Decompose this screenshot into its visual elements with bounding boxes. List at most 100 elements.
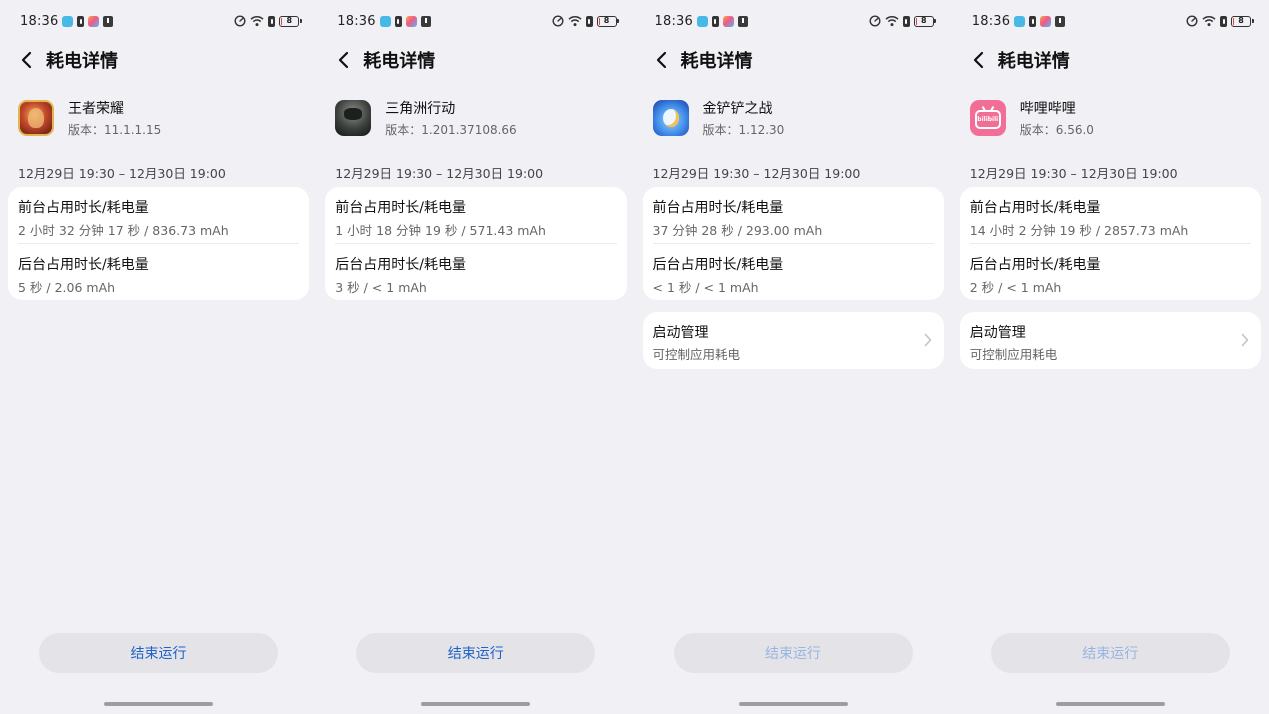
home-indicator[interactable] xyxy=(421,702,531,706)
divider xyxy=(18,243,300,244)
status-bar: 18:36 8 xyxy=(20,12,302,30)
background-usage-row: 后台占用时长/耗电量 2 秒 / < 1 mAh xyxy=(970,254,1251,296)
background-usage-value: < 1 秒 / < 1 mAh xyxy=(652,280,759,295)
divider xyxy=(969,243,1251,244)
app-text: 哔哩哔哩 版本：6.56.0 xyxy=(1020,98,1094,138)
status-bar-right: 8 xyxy=(551,15,619,27)
wzry-app-icon xyxy=(18,100,54,136)
app-name: 三角洲行动 xyxy=(385,101,456,117)
status-bar-right: 8 xyxy=(869,15,937,27)
page-header: 耗电详情 xyxy=(20,46,118,74)
end-process-button[interactable]: 结束运行 xyxy=(673,633,913,673)
status-bar-right: 8 xyxy=(1186,15,1254,27)
app-version: 版本：1.12.30 xyxy=(702,123,785,137)
battery-icon: 8 xyxy=(913,15,937,27)
app-name: 金铲铲之战 xyxy=(702,101,773,117)
status-bar-right: 8 xyxy=(234,15,302,27)
foreground-usage-row: 前台占用时长/耗电量 1 小时 18 分钟 19 秒 / 571.43 mAh xyxy=(335,197,616,239)
foreground-usage-value: 1 小时 18 分钟 19 秒 / 571.43 mAh xyxy=(335,223,546,238)
usage-card: 前台占用时长/耗电量 1 小时 18 分钟 19 秒 / 571.43 mAh … xyxy=(325,187,627,300)
message-notification-icon xyxy=(696,15,708,27)
sjz-app-icon xyxy=(335,100,372,136)
back-arrow-icon[interactable] xyxy=(337,51,351,69)
network-speed-icon xyxy=(1186,15,1198,27)
background-usage-row: 后台占用时长/耗电量 3 秒 / < 1 mAh xyxy=(335,254,616,296)
network-speed-icon xyxy=(869,15,881,27)
home-indicator[interactable] xyxy=(104,702,213,706)
battery-level-text: 8 xyxy=(603,16,610,25)
screenshot-strip: 18:36 8 耗电详情 王者荣耀 版本：11.1.1.15 12月29日 19… xyxy=(0,0,1269,714)
page-header: 耗电详情 xyxy=(972,46,1070,74)
start-management-subtitle: 可控制应用耗电 xyxy=(652,347,741,362)
app-name: 王者荣耀 xyxy=(68,101,124,117)
app-text: 金铲铲之战 版本：1.12.30 xyxy=(703,98,785,138)
battery-icon: 8 xyxy=(596,15,619,27)
battery-level-text: 8 xyxy=(1238,16,1244,25)
battery-level-fill xyxy=(915,17,917,25)
gallery-notification-icon xyxy=(1040,15,1052,27)
status-bar-left: 18:36 xyxy=(972,14,1066,29)
home-indicator[interactable] xyxy=(738,702,848,706)
app-version: 版本：6.56.0 xyxy=(1019,123,1094,137)
start-management-item[interactable]: 启动管理 可控制应用耗电 xyxy=(642,312,944,369)
background-usage-value: 3 秒 / < 1 mAh xyxy=(335,280,427,295)
wifi-icon xyxy=(1202,15,1216,27)
gallery-notification-icon xyxy=(405,15,417,27)
gallery-notification-icon xyxy=(722,15,734,27)
app-info: 王者荣耀 版本：11.1.1.15 xyxy=(18,98,161,138)
foreground-usage-value: 2 小时 32 分钟 17 秒 / 836.73 mAh xyxy=(18,223,229,238)
foreground-usage-row: 前台占用时长/耗电量 2 小时 32 分钟 17 秒 / 836.73 mAh xyxy=(18,197,299,239)
background-usage-value: 2 秒 / < 1 mAh xyxy=(969,280,1062,295)
alert-notification-icon xyxy=(420,15,431,27)
back-arrow-icon[interactable] xyxy=(20,51,34,69)
background-usage-value: 5 秒 / 2.06 mAh xyxy=(18,280,116,295)
status-bar-left: 18:36 xyxy=(20,13,114,29)
foreground-usage-row: 前台占用时长/耗电量 37 分钟 28 秒 / 293.00 mAh xyxy=(653,197,934,239)
sim-card-icon xyxy=(268,15,276,27)
sim-card-icon xyxy=(1220,15,1227,27)
phone-screen: 18:36 8 耗电详情 三角洲行动 版本：1.201.37108.66 12月… xyxy=(317,0,635,714)
bilibili-tv-logo: bilibili xyxy=(974,110,1001,129)
status-time: 18:36 xyxy=(20,13,59,29)
status-bar: 18:36 8 xyxy=(337,12,619,30)
network-speed-icon xyxy=(234,15,246,27)
end-process-button[interactable]: 结束运行 xyxy=(356,633,596,673)
time-range-label: 12月29日 19:30 – 12月30日 19:00 xyxy=(652,166,861,181)
back-arrow-icon[interactable] xyxy=(972,51,986,69)
app-info: bilibili 哔哩哔哩 版本：6.56.0 xyxy=(969,98,1094,138)
sim-card-icon xyxy=(585,15,593,27)
foreground-usage-value: 14 小时 2 分钟 19 秒 / 2857.73 mAh xyxy=(969,223,1189,238)
end-process-button[interactable]: 结束运行 xyxy=(990,633,1230,673)
alert-notification-icon xyxy=(103,15,114,27)
foreground-usage-title: 前台占用时长/耗电量 xyxy=(969,200,1101,216)
home-indicator[interactable] xyxy=(1055,702,1165,706)
app-info: 金铲铲之战 版本：1.12.30 xyxy=(652,98,785,138)
usage-card: 前台占用时长/耗电量 2 小时 32 分钟 17 秒 / 836.73 mAh … xyxy=(8,187,310,300)
foreground-usage-title: 前台占用时长/耗电量 xyxy=(18,200,149,216)
battery-icon: 8 xyxy=(279,15,302,27)
sim-card-icon xyxy=(902,15,910,27)
bilibili-app-icon: bilibili xyxy=(969,100,1006,136)
battery-level-fill xyxy=(598,17,600,25)
sim-notification-icon xyxy=(394,15,402,27)
time-range-label: 12月29日 19:30 – 12月30日 19:00 xyxy=(335,166,544,181)
message-notification-icon xyxy=(1014,15,1026,27)
app-text: 王者荣耀 版本：11.1.1.15 xyxy=(68,98,161,138)
background-usage-title: 后台占用时长/耗电量 xyxy=(652,257,784,273)
divider xyxy=(335,243,617,244)
page-header: 耗电详情 xyxy=(337,46,435,74)
status-bar: 18:36 8 xyxy=(972,12,1254,30)
app-version: 版本：11.1.1.15 xyxy=(68,123,162,137)
back-arrow-icon[interactable] xyxy=(655,51,669,69)
time-range-label: 12月29日 19:30 – 12月30日 19:00 xyxy=(18,166,226,181)
page-title: 耗电详情 xyxy=(680,51,753,72)
message-notification-icon xyxy=(379,15,391,27)
battery-level-text: 8 xyxy=(920,16,927,25)
app-version: 版本：1.201.37108.66 xyxy=(385,123,517,137)
battery-level-fill xyxy=(281,17,283,25)
time-range-label: 12月29日 19:30 – 12月30日 19:00 xyxy=(969,166,1178,181)
start-management-item[interactable]: 启动管理 可控制应用耗电 xyxy=(959,312,1261,369)
start-management-subtitle: 可控制应用耗电 xyxy=(969,347,1058,362)
gallery-notification-icon xyxy=(88,15,100,27)
end-process-button[interactable]: 结束运行 xyxy=(39,633,278,673)
